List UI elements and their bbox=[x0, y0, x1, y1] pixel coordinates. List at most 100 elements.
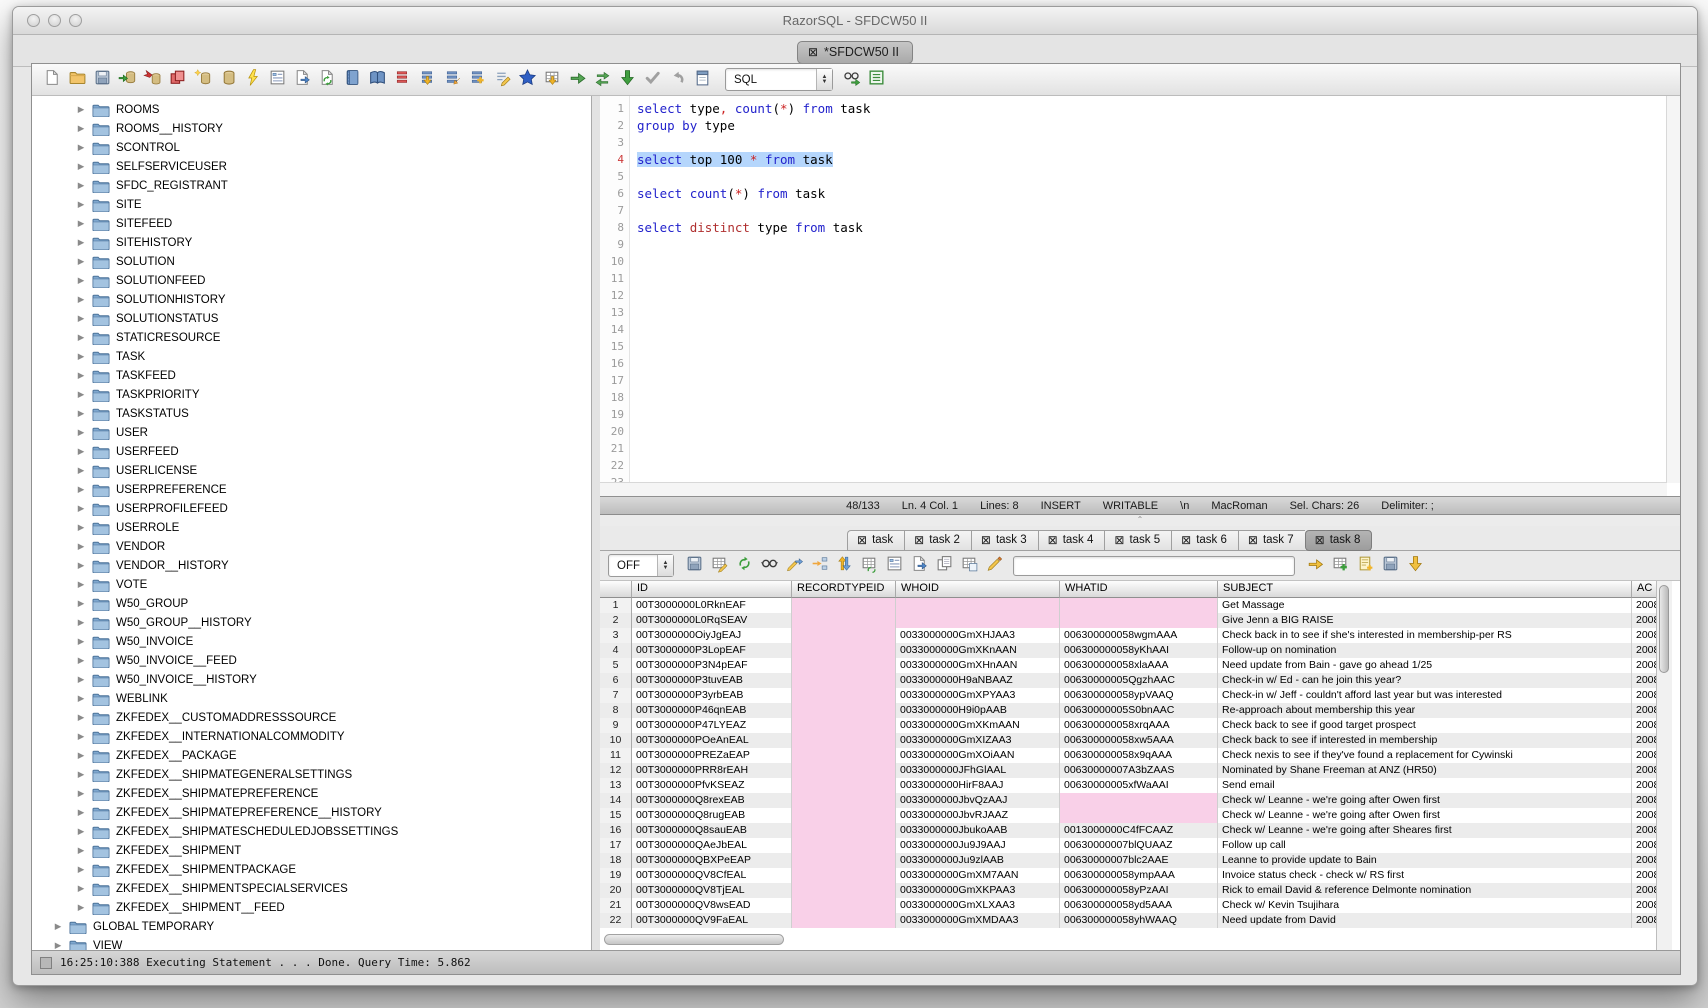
code-line[interactable] bbox=[637, 338, 1667, 355]
tree-item-rooms__history[interactable]: ▶ROOMS__HISTORY bbox=[32, 119, 591, 138]
close-tab-icon[interactable]: ⊠ bbox=[1181, 534, 1191, 546]
close-tab-icon[interactable]: ⊠ bbox=[1248, 534, 1258, 546]
insert-node-button[interactable] bbox=[809, 553, 830, 574]
code-line[interactable] bbox=[637, 270, 1667, 287]
clipboard-button[interactable] bbox=[692, 67, 713, 88]
column-header-recordtypeid[interactable]: RECORDTYPEID bbox=[792, 581, 896, 598]
column-header-ac[interactable]: AC bbox=[1632, 581, 1658, 598]
grid-cell[interactable]: 2008 bbox=[1632, 673, 1658, 688]
grid-cell[interactable]: 0033000000GmXHJAA3 bbox=[896, 628, 1060, 643]
grid-cell[interactable]: 006300000058xw5AAA bbox=[1060, 733, 1218, 748]
disclosure-triangle-icon[interactable]: ▶ bbox=[76, 256, 86, 267]
code-line[interactable]: select top 100 * from task bbox=[637, 151, 1667, 168]
tree-item-zkfedex__internationalcommodity[interactable]: ▶ZKFEDEX__INTERNATIONALCOMMODITY bbox=[32, 727, 591, 746]
disclosure-triangle-icon[interactable]: ▶ bbox=[76, 389, 86, 400]
row-number-cell[interactable]: 1 bbox=[600, 598, 632, 613]
tree-item-userlicense[interactable]: ▶USERLICENSE bbox=[32, 461, 591, 480]
grid-cell[interactable] bbox=[792, 658, 896, 673]
disclosure-triangle-icon[interactable]: ▶ bbox=[76, 484, 86, 495]
grid-cell[interactable]: 0033000000GmXPYAA3 bbox=[896, 688, 1060, 703]
split-divider[interactable] bbox=[592, 96, 600, 950]
disclosure-triangle-icon[interactable]: ▶ bbox=[76, 674, 86, 685]
result-tab-task-5[interactable]: ⊠task 5 bbox=[1104, 530, 1171, 551]
close-tab-icon[interactable]: ⊠ bbox=[1315, 534, 1325, 546]
db-disconnect-button[interactable] bbox=[142, 67, 163, 88]
disclosure-triangle-icon[interactable]: ▶ bbox=[76, 617, 86, 628]
grid-cell[interactable]: 0033000000H9aNBAAZ bbox=[896, 673, 1060, 688]
disclosure-triangle-icon[interactable]: ▶ bbox=[76, 636, 86, 647]
grid-cell[interactable]: 00T3000000L0RqSEAV bbox=[632, 613, 792, 628]
code-line[interactable]: select count(*) from task bbox=[637, 185, 1667, 202]
grid-row[interactable]: 1300T3000000PfvKSEAZ0033000000HirF8AAJ00… bbox=[600, 778, 1672, 793]
row-number-cell[interactable]: 15 bbox=[600, 808, 632, 823]
grid-cell[interactable] bbox=[792, 733, 896, 748]
result-tab-task-3[interactable]: ⊠task 3 bbox=[971, 530, 1038, 551]
tree-item-vendor__history[interactable]: ▶VENDOR__HISTORY bbox=[32, 556, 591, 575]
grid-cell[interactable]: 2008 bbox=[1632, 868, 1658, 883]
new-file-button[interactable] bbox=[42, 67, 63, 88]
grid-cell[interactable]: 00T3000000P3N4pEAF bbox=[632, 658, 792, 673]
grid-row[interactable]: 200T3000000L0RqSEAVGive Jenn a BIG RAISE… bbox=[600, 613, 1672, 628]
grid-cell[interactable]: 2008 bbox=[1632, 703, 1658, 718]
row-number-cell[interactable]: 9 bbox=[600, 718, 632, 733]
edit-filter-button[interactable] bbox=[709, 553, 730, 574]
tree-item-task[interactable]: ▶TASK bbox=[32, 347, 591, 366]
grid-cell[interactable] bbox=[792, 883, 896, 898]
disclosure-triangle-icon[interactable]: ▶ bbox=[76, 199, 86, 210]
grid-cell[interactable]: 0033000000JbvQzAAJ bbox=[896, 793, 1060, 808]
table-refresh-button[interactable] bbox=[859, 553, 880, 574]
disclosure-triangle-icon[interactable]: ▶ bbox=[76, 275, 86, 286]
grid-cell[interactable] bbox=[792, 838, 896, 853]
code-line[interactable] bbox=[637, 202, 1667, 219]
grid-cell[interactable] bbox=[792, 868, 896, 883]
grid-cell[interactable]: Nominated by Shane Freeman at ANZ (HR50) bbox=[1218, 763, 1632, 778]
tree-item-zkfedex__package[interactable]: ▶ZKFEDEX__PACKAGE bbox=[32, 746, 591, 765]
tree-item-zkfedex__shipmatepreference__history[interactable]: ▶ZKFEDEX__SHIPMATEPREFERENCE__HISTORY bbox=[32, 803, 591, 822]
tree-item-user[interactable]: ▶USER bbox=[32, 423, 591, 442]
code-line[interactable]: select type, count(*) from task bbox=[637, 100, 1667, 117]
grid-cell[interactable]: 0033000000Ju9J9AAJ bbox=[896, 838, 1060, 853]
grid-cell[interactable]: 00T3000000QV8CfEAL bbox=[632, 868, 792, 883]
tree-item-global temporary[interactable]: ▶GLOBAL TEMPORARY bbox=[32, 917, 591, 936]
grid-cell[interactable]: 00T3000000P3yrbEAB bbox=[632, 688, 792, 703]
row-number-cell[interactable]: 6 bbox=[600, 673, 632, 688]
save-button[interactable] bbox=[1380, 553, 1401, 574]
grid-cell[interactable]: 2008 bbox=[1632, 613, 1658, 628]
disclosure-triangle-icon[interactable]: ▶ bbox=[76, 142, 86, 153]
grid-cell[interactable]: Check-in w/ Jeff - couldn't afford last … bbox=[1218, 688, 1632, 703]
grid-cell[interactable]: Get Massage bbox=[1218, 598, 1632, 613]
disclosure-triangle-icon[interactable]: ▶ bbox=[76, 788, 86, 799]
tree-item-w50_invoice__history[interactable]: ▶W50_INVOICE__HISTORY bbox=[32, 670, 591, 689]
tree-item-solutionfeed[interactable]: ▶SOLUTIONFEED bbox=[32, 271, 591, 290]
grid-cell[interactable]: 0033000000GmXM7AAN bbox=[896, 868, 1060, 883]
result-tab-task-8[interactable]: ⊠task 8 bbox=[1305, 530, 1373, 551]
tree-item-w50_invoice__feed[interactable]: ▶W50_INVOICE__FEED bbox=[32, 651, 591, 670]
down-arrow-yellow-button[interactable] bbox=[1405, 553, 1426, 574]
close-tab-icon[interactable]: ⊠ bbox=[981, 534, 991, 546]
disclosure-triangle-icon[interactable]: ▶ bbox=[76, 427, 86, 438]
disclosure-triangle-icon[interactable]: ▶ bbox=[76, 180, 86, 191]
grid-cell[interactable]: Invoice status check - check w/ RS first bbox=[1218, 868, 1632, 883]
tree-item-weblink[interactable]: ▶WEBLINK bbox=[32, 689, 591, 708]
save-button[interactable] bbox=[92, 67, 113, 88]
grid-row[interactable]: 600T3000000P3tuvEAB0033000000H9aNBAAZ006… bbox=[600, 673, 1672, 688]
grid-cell[interactable] bbox=[792, 628, 896, 643]
code-line[interactable] bbox=[637, 423, 1667, 440]
split-handle[interactable]: ⌃ bbox=[600, 515, 1680, 526]
grid-cell[interactable]: Check back to see if good target prospec… bbox=[1218, 718, 1632, 733]
tree-item-zkfedex__shipment[interactable]: ▶ZKFEDEX__SHIPMENT bbox=[32, 841, 591, 860]
grid-cell[interactable]: 2008 bbox=[1632, 718, 1658, 733]
grid-cell[interactable] bbox=[896, 598, 1060, 613]
grid-cell[interactable]: Need update from Bain - gave go ahead 1/… bbox=[1218, 658, 1632, 673]
tree-item-sitehistory[interactable]: ▶SITEHISTORY bbox=[32, 233, 591, 252]
grid-cell[interactable]: 2008 bbox=[1632, 658, 1658, 673]
grid-row[interactable]: 1100T3000000PREZaEAP0033000000GmXOiAAN00… bbox=[600, 748, 1672, 763]
grid-cell[interactable]: 006300000058yhWAAQ bbox=[1060, 913, 1218, 928]
result-tab-task-2[interactable]: ⊠task 2 bbox=[904, 530, 971, 551]
notebook-button[interactable] bbox=[342, 67, 363, 88]
grid-cell[interactable]: Send email bbox=[1218, 778, 1632, 793]
grid-row[interactable]: 2100T3000000QV8wsEAD0033000000GmXLXAA300… bbox=[600, 898, 1672, 913]
code-line[interactable] bbox=[637, 287, 1667, 304]
grid-cell[interactable]: Leanne to provide update to Bain bbox=[1218, 853, 1632, 868]
grid-cell[interactable] bbox=[792, 748, 896, 763]
